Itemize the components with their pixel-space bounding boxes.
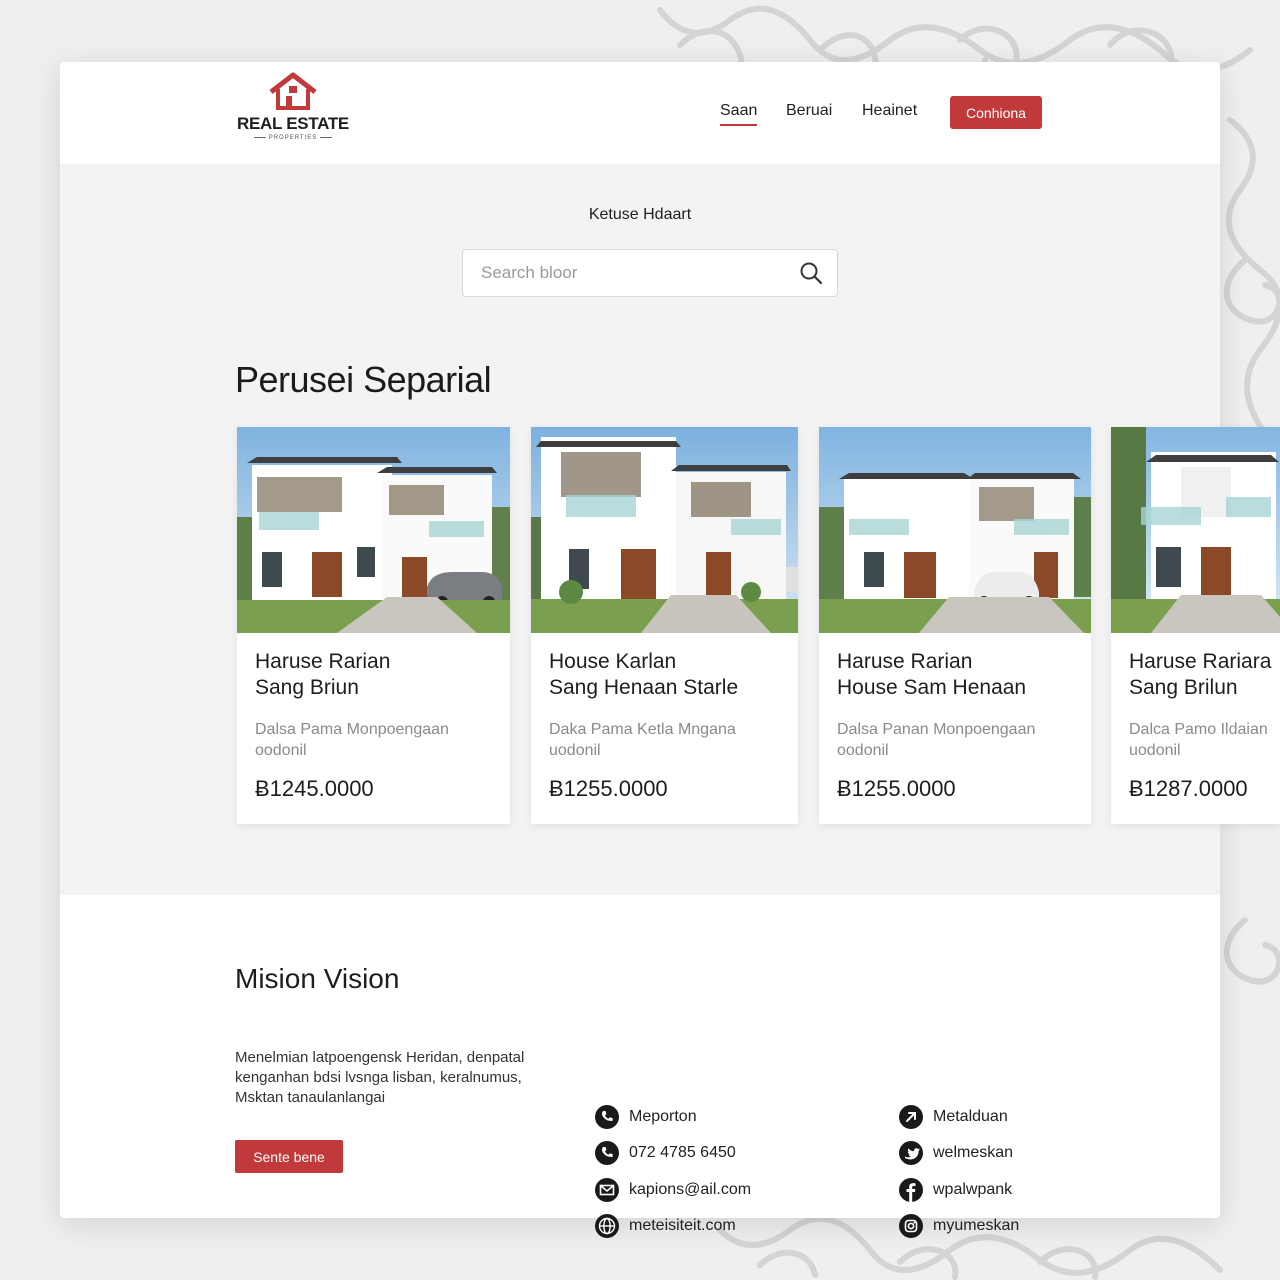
- listing-description: Dalca Pamo Ildaian uodonil: [1129, 721, 1268, 759]
- contact-text: myumeskan: [933, 1217, 1020, 1234]
- phone-icon: [595, 1141, 619, 1165]
- listing-photo: [1111, 427, 1280, 633]
- nav-item-beruai[interactable]: Beruai: [786, 102, 832, 120]
- listing-photo: [531, 427, 798, 633]
- contact-item[interactable]: kapions@ail.com: [595, 1178, 751, 1202]
- listing-description: Dalsa Pama Monpoengaan oodonil: [255, 721, 449, 759]
- listing-description: Daka Pama Ketla Mngana uodonil: [549, 721, 736, 759]
- globe-icon: [595, 1214, 619, 1238]
- contact-button[interactable]: Conhiona: [950, 96, 1042, 129]
- listing-price: Ƀ1245.0000: [255, 776, 374, 801]
- listing-title: Haruse Rarian House Sam Henaan: [837, 650, 1027, 699]
- mission-button[interactable]: Sente bene: [235, 1140, 343, 1173]
- contact-item[interactable]: myumeskan: [899, 1214, 1019, 1238]
- mission-text: Menelmian latpoengensk Heridan, denpatal…: [235, 1049, 525, 1106]
- contact-text: Metalduan: [933, 1108, 1008, 1125]
- contact-text: wpalwpank: [933, 1181, 1013, 1198]
- twitter-icon: [899, 1141, 923, 1165]
- listing-price: Ƀ1255.0000: [837, 776, 956, 801]
- nav-item-saan[interactable]: Saan: [720, 102, 758, 126]
- contact-item[interactable]: wpalwpank: [899, 1178, 1012, 1202]
- listing-description: Dalsa Panan Monpoengaan oodonil: [837, 721, 1036, 759]
- contact-text: kapions@ail.com: [629, 1181, 752, 1198]
- contact-item[interactable]: 072 4785 6450: [595, 1141, 736, 1165]
- facebook-icon: [899, 1178, 923, 1202]
- listing-price: Ƀ1255.0000: [549, 776, 668, 801]
- nav-item-heainet[interactable]: Heainet: [862, 102, 917, 120]
- listing-card[interactable]: Haruse Rarian Sang Briun Dalsa Pama Monp…: [237, 427, 510, 824]
- listing-card[interactable]: House Karlan Sang Henaan Starle Daka Pam…: [531, 427, 798, 824]
- brand-tagline: PROPERTIES: [236, 135, 350, 141]
- contact-item[interactable]: welmeskan: [899, 1141, 1013, 1165]
- search-input[interactable]: [463, 250, 783, 296]
- contact-text: 072 4785 6450: [629, 1144, 736, 1161]
- listing-price: Ƀ1287.0000: [1129, 776, 1248, 801]
- contact-item[interactable]: Meporton: [595, 1105, 697, 1129]
- listing-cards: Haruse Rarian Sang Briun Dalsa Pama Monp…: [60, 427, 1280, 827]
- contact-text: meteisiteit.com: [629, 1217, 736, 1234]
- listing-card[interactable]: Haruse Rarian House Sam Henaan Dalsa Pan…: [819, 427, 1091, 824]
- mission-title: Mision Vision: [235, 963, 400, 994]
- phone-icon: [595, 1105, 619, 1129]
- listing-title: Haruse Rarian Sang Briun: [255, 650, 391, 699]
- brand-name: REAL ESTATE: [237, 114, 349, 133]
- house-logo-icon: [269, 72, 317, 110]
- instagram-icon: [899, 1214, 923, 1238]
- site-header: REAL ESTATE PROPERTIES Saan Beruai Heain…: [60, 62, 1220, 164]
- site-footer: Mision Vision Menelmian latpoengensk Her…: [60, 895, 1220, 1238]
- contact-item[interactable]: Metalduan: [899, 1105, 1008, 1129]
- search-icon[interactable]: [799, 261, 823, 285]
- contact-text: welmeskan: [933, 1144, 1014, 1161]
- listings-title: Perusei Separial: [235, 359, 492, 400]
- listing-photo: [819, 427, 1091, 633]
- page-container: REAL ESTATE PROPERTIES Saan Beruai Heain…: [60, 62, 1280, 1238]
- contact-text: Meporton: [629, 1108, 697, 1125]
- search-label: Ketuse Hdaart: [588, 206, 692, 223]
- mail-icon: [595, 1178, 619, 1202]
- contact-item[interactable]: meteisiteit.com: [595, 1214, 736, 1238]
- link-icon: [899, 1105, 923, 1129]
- listing-title: Haruse Rariara Sang Brilun: [1129, 650, 1272, 699]
- listing-photo: [237, 427, 510, 633]
- listing-title: House Karlan Sang Henaan Starle: [549, 650, 739, 699]
- search-box: [462, 249, 838, 297]
- brand-logo[interactable]: REAL ESTATE PROPERTIES: [236, 72, 350, 152]
- listing-card[interactable]: Haruse Rariara Sang Brilun Dalca Pamo Il…: [1111, 427, 1280, 824]
